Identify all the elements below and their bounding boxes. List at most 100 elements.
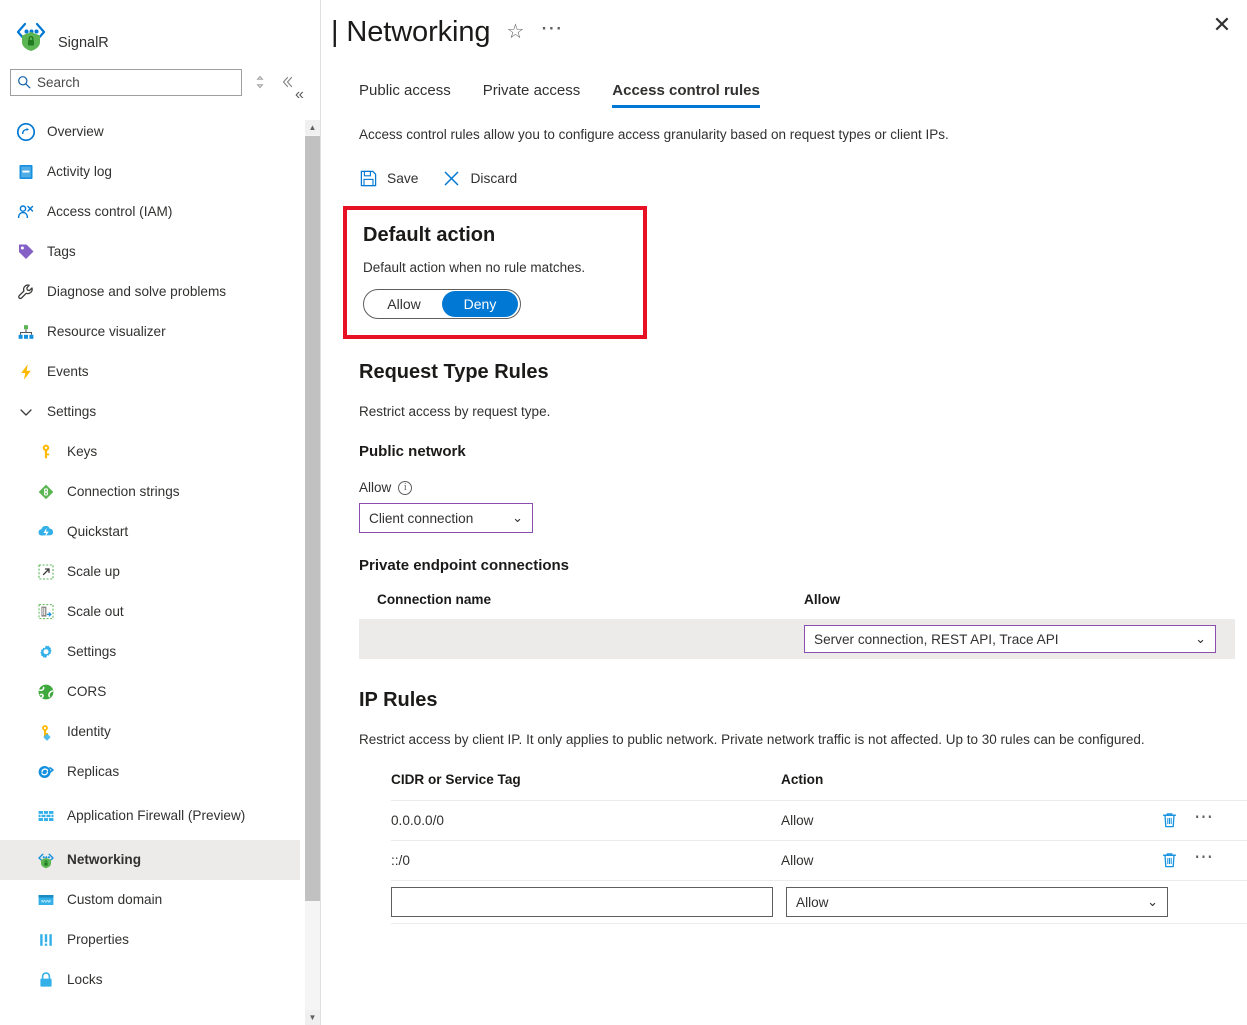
private-endpoint-allow-dropdown[interactable]: Server connection, REST API, Trace API ⌄ — [804, 625, 1216, 653]
default-action-toggle[interactable]: Allow Deny — [363, 289, 521, 319]
sidebar-item-label: Application Firewall (Preview) — [67, 808, 245, 824]
sidebar-item-label: Events — [47, 364, 89, 380]
sidebar-group-settings[interactable]: Settings — [0, 392, 300, 432]
default-action-title: Default action — [363, 224, 627, 247]
sidebar-item-properties[interactable]: Properties — [0, 920, 300, 960]
sidebar-item-networking[interactable]: Networking — [0, 840, 300, 880]
sidebar-item-scale-out[interactable]: Scale out — [0, 592, 300, 632]
public-network-title: Public network — [359, 443, 1227, 460]
blade-content: Access control rules allow you to config… — [321, 125, 1247, 924]
svg-text:www: www — [41, 899, 52, 904]
sidebar-item-label: Keys — [67, 444, 97, 460]
double-chevron-left-icon[interactable]: « — [295, 86, 304, 104]
discard-x-icon — [442, 169, 461, 188]
custom-domain-icon: www — [36, 890, 56, 910]
sidebar-item-diagnose[interactable]: Diagnose and solve problems — [0, 272, 300, 312]
tab-access-control-rules[interactable]: Access control rules — [612, 82, 760, 108]
resource-visualizer-icon — [16, 322, 36, 342]
resource-sidebar: SignalR Search — [0, 0, 300, 1025]
sidebar-scrollbar[interactable]: ▲ ▼ — [305, 120, 320, 1025]
scale-out-icon — [36, 602, 56, 622]
trash-icon[interactable] — [1161, 851, 1178, 869]
new-action-dropdown[interactable]: Allow ⌄ — [786, 887, 1168, 917]
sidebar-item-tags[interactable]: Tags — [0, 232, 300, 272]
new-cidr-input[interactable] — [391, 887, 773, 917]
sidebar-item-scale-up[interactable]: Scale up — [0, 552, 300, 592]
info-icon[interactable]: i — [398, 481, 412, 495]
cell-cidr: ::/0 — [391, 853, 781, 868]
sidebar-item-resource-visualizer[interactable]: Resource visualizer — [0, 312, 300, 352]
sidebar-item-settings[interactable]: Settings — [0, 632, 300, 672]
activity-log-icon — [16, 162, 36, 182]
gear-icon — [36, 642, 56, 662]
close-icon[interactable]: ✕ — [1205, 8, 1239, 42]
scale-up-icon — [36, 562, 56, 582]
sidebar-item-access-control[interactable]: Access control (IAM) — [0, 192, 300, 232]
sidebar-item-quickstart[interactable]: Quickstart — [0, 512, 300, 552]
sidebar-nav-list: Overview Activity log — [0, 112, 300, 1025]
sidebar-item-custom-domain[interactable]: www Custom domain — [0, 880, 300, 920]
star-icon[interactable]: ☆ — [506, 22, 524, 42]
cors-globe-icon — [36, 682, 56, 702]
table-row: ::/0 Allow ⋯ — [391, 840, 1247, 880]
double-chevron-left-icon[interactable] — [278, 73, 296, 91]
sidebar-item-activity-log[interactable]: Activity log — [0, 152, 300, 192]
sidebar-item-identity[interactable]: Identity — [0, 712, 300, 752]
ellipsis-icon[interactable]: ⋯ — [1194, 812, 1214, 823]
networking-icon — [36, 850, 56, 870]
default-action-section: Default action Default action when no ru… — [343, 206, 647, 339]
toggle-option-allow[interactable]: Allow — [366, 291, 442, 317]
sidebar-item-replicas[interactable]: Replicas — [0, 752, 300, 792]
ellipsis-icon[interactable]: ⋯ — [1194, 852, 1214, 863]
signalr-shield-icon — [12, 17, 50, 55]
column-header-action: Action — [781, 772, 1161, 787]
cell-cidr: 0.0.0.0/0 — [391, 813, 781, 828]
column-header-cidr: CIDR or Service Tag — [391, 772, 781, 787]
replicas-icon — [36, 762, 56, 782]
firewall-icon — [36, 806, 56, 826]
cell-action: Allow — [781, 853, 1161, 868]
table-header-row: CIDR or Service Tag Action — [391, 772, 1247, 800]
sidebar-item-label: Diagnose and solve problems — [47, 284, 226, 300]
public-network-dropdown-value: Client connection — [369, 511, 473, 526]
quickstart-cloud-icon — [36, 522, 56, 542]
toggle-option-deny[interactable]: Deny — [442, 291, 518, 317]
sidebar-item-label: Properties — [67, 932, 129, 948]
sidebar-item-connection-strings[interactable]: Connection strings — [0, 472, 300, 512]
sidebar-item-keys[interactable]: Keys — [0, 432, 300, 472]
default-action-description: Default action when no rule matches. — [363, 260, 627, 275]
column-header-allow: Allow — [804, 592, 840, 607]
search-input[interactable]: Search — [10, 69, 242, 96]
scrollbar-thumb[interactable] — [305, 136, 320, 901]
sidebar-group-label: Settings — [47, 404, 96, 420]
table-row: Server connection, REST API, Trace API ⌄ — [359, 619, 1235, 659]
pin-filter-icon[interactable] — [251, 73, 269, 91]
overview-icon — [16, 122, 36, 142]
sidebar-item-label: Scale up — [67, 564, 120, 580]
sidebar-item-label: Scale out — [67, 604, 124, 620]
sidebar-item-label: Access control (IAM) — [47, 204, 172, 220]
trash-icon[interactable] — [1161, 811, 1178, 829]
tab-public-access[interactable]: Public access — [359, 82, 451, 108]
save-button[interactable]: Save — [359, 169, 418, 188]
scroll-down-arrow[interactable]: ▼ — [305, 1010, 320, 1025]
connection-strings-icon — [36, 482, 56, 502]
public-network-allow-dropdown[interactable]: Client connection ⌄ — [359, 503, 533, 533]
key-icon — [36, 442, 56, 462]
request-type-rules-title: Request Type Rules — [359, 361, 1227, 384]
tab-private-access[interactable]: Private access — [483, 82, 581, 108]
sidebar-item-overview[interactable]: Overview — [0, 112, 300, 152]
discard-label: Discard — [470, 171, 517, 186]
sidebar-item-events[interactable]: Events — [0, 352, 300, 392]
access-control-icon — [16, 202, 36, 222]
sidebar-item-label: Resource visualizer — [47, 324, 166, 340]
discard-button[interactable]: Discard — [442, 169, 517, 188]
ellipsis-icon[interactable]: ⋯ — [540, 17, 563, 39]
chevron-down-icon — [16, 402, 36, 422]
sidebar-item-cors[interactable]: CORS — [0, 672, 300, 712]
scroll-up-arrow[interactable]: ▲ — [305, 120, 320, 135]
sidebar-item-label: Overview — [47, 124, 104, 140]
sidebar-item-application-firewall[interactable]: Application Firewall (Preview) — [0, 792, 300, 840]
sidebar-item-locks[interactable]: Locks — [0, 960, 300, 1000]
command-bar: Save Discard — [359, 169, 1227, 188]
